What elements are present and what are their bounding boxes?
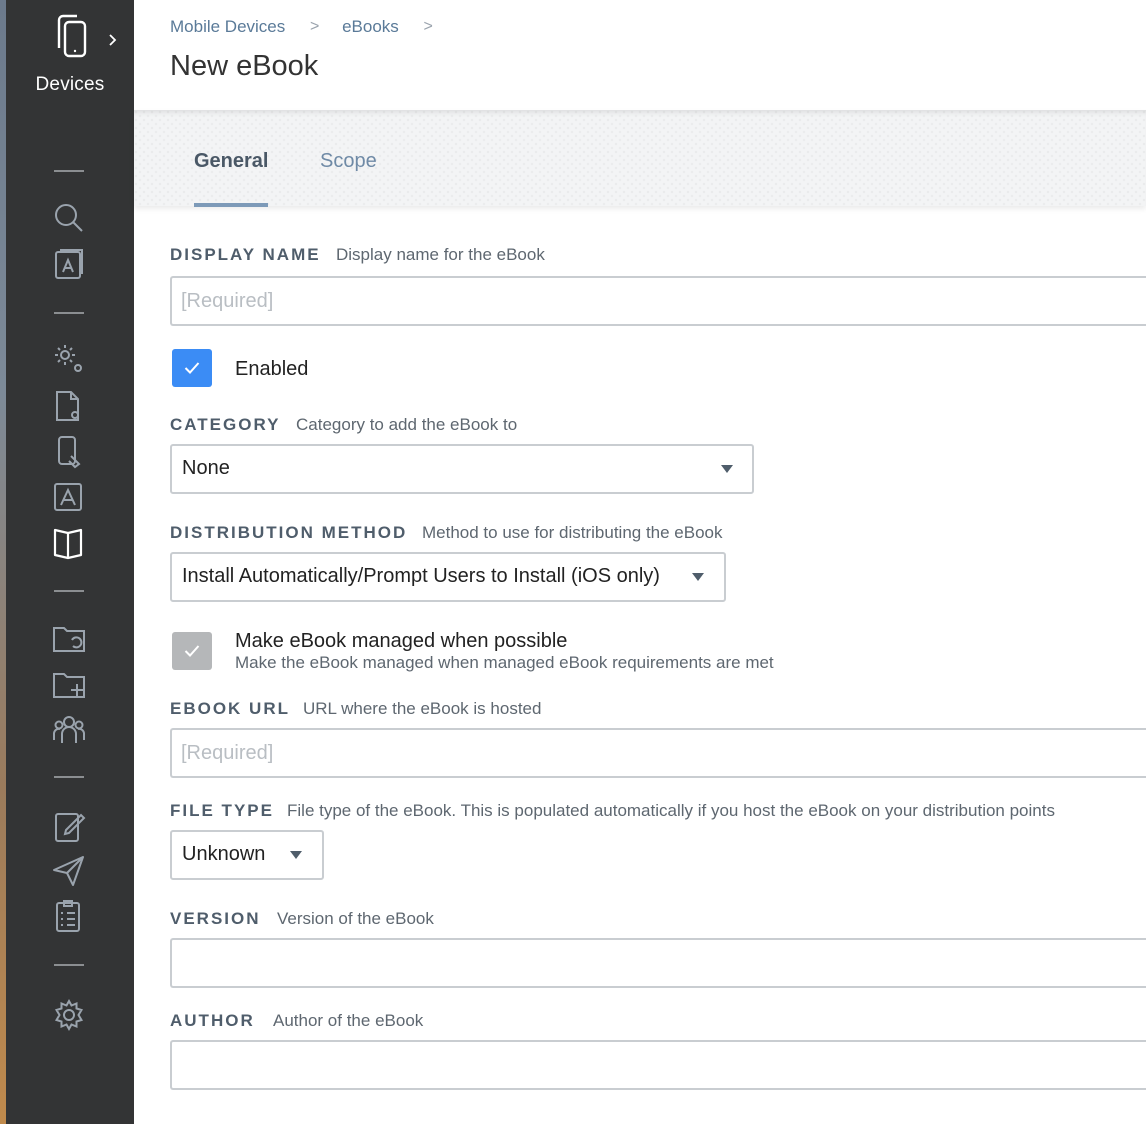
managed-label: Make eBook managed when possible — [235, 630, 568, 652]
category-label: CATEGORY — [170, 415, 281, 434]
managed-checkbox[interactable] — [172, 632, 212, 670]
author-input[interactable] — [170, 1040, 1146, 1090]
breadcrumb-mobile-devices[interactable]: Mobile Devices — [170, 17, 285, 37]
folder-add-icon[interactable] — [51, 666, 87, 702]
version-input[interactable] — [170, 938, 1146, 988]
display-name-label: DISPLAY NAME — [170, 245, 321, 264]
version-hint: Version of the eBook — [277, 909, 434, 928]
sidebar-divider — [54, 776, 84, 778]
folder-sync-icon[interactable] — [51, 620, 87, 656]
users-group-icon[interactable] — [51, 712, 87, 748]
sidebar-divider — [54, 170, 84, 172]
enabled-label: Enabled — [235, 358, 309, 380]
category-hint: Category to add the eBook to — [296, 415, 518, 434]
checkmark-icon — [184, 362, 200, 374]
app-store-icon[interactable] — [51, 479, 87, 515]
enabled-checkbox[interactable] — [172, 349, 212, 387]
devices-section-icon[interactable] — [51, 14, 91, 60]
checkmark-icon — [184, 645, 200, 657]
distribution-method-select[interactable]: Install Automatically/Prompt Users to In… — [170, 552, 726, 602]
settings-icon[interactable] — [51, 997, 87, 1033]
file-type-select[interactable]: Unknown — [170, 830, 324, 880]
breadcrumb-separator: > — [310, 17, 320, 35]
enrollment-edit-icon[interactable] — [51, 808, 87, 844]
author-hint: Author of the eBook — [273, 1011, 424, 1030]
ebook-url-hint: URL where the eBook is hosted — [303, 699, 542, 718]
inventory-clipboard-icon[interactable] — [51, 898, 87, 934]
breadcrumb-ebooks[interactable]: eBooks — [342, 17, 399, 37]
page-title: New eBook — [170, 50, 319, 82]
sidebar: Devices — [6, 0, 134, 1124]
send-icon[interactable] — [51, 853, 87, 889]
book-icon[interactable] — [51, 524, 87, 560]
ebook-form: DISPLAY NAME Display name for the eBook … — [170, 206, 1146, 1124]
config-profile-icon[interactable] — [51, 388, 87, 424]
file-type-select-value: Unknown — [182, 843, 266, 865]
page-header: Mobile Devices > eBooks > New eBook — [134, 0, 1146, 110]
version-label: VERSION — [170, 909, 261, 928]
distribution-method-label: DISTRIBUTION METHOD — [170, 523, 408, 542]
search-icon[interactable] — [51, 200, 87, 236]
app-catalog-icon[interactable] — [51, 246, 87, 282]
ebook-url-label: EBOOK URL — [170, 699, 290, 718]
distribution-method-select-value: Install Automatically/Prompt Users to In… — [182, 565, 660, 587]
ebook-url-input[interactable] — [170, 728, 1146, 778]
mobile-device-icon[interactable] — [51, 434, 87, 470]
caret-down-icon — [692, 573, 704, 581]
caret-down-icon — [721, 465, 733, 473]
sidebar-divider — [54, 964, 84, 966]
caret-down-icon — [290, 851, 302, 859]
file-type-hint: File type of the eBook. This is populate… — [287, 801, 1055, 820]
sidebar-divider — [54, 312, 84, 314]
managed-sublabel: Make the eBook managed when managed eBoo… — [235, 653, 774, 672]
breadcrumb-separator: > — [423, 17, 433, 35]
tab-bar: General Scope — [134, 110, 1146, 207]
author-label: AUTHOR — [170, 1011, 255, 1030]
sidebar-divider — [54, 590, 84, 592]
breadcrumb: Mobile Devices > eBooks > — [170, 16, 451, 37]
chevron-right-icon[interactable] — [107, 32, 119, 48]
display-name-input[interactable] — [170, 276, 1146, 326]
display-name-hint: Display name for the eBook — [336, 245, 545, 264]
category-select-value: None — [182, 457, 230, 479]
distribution-method-hint: Method to use for distributing the eBook — [422, 523, 723, 542]
file-type-label: FILE TYPE — [170, 801, 274, 820]
category-select[interactable]: None — [170, 444, 754, 494]
settings-gear-icon[interactable] — [51, 340, 87, 376]
sidebar-section-label: Devices — [35, 74, 105, 95]
tab-scope[interactable]: Scope — [320, 150, 377, 173]
tab-general[interactable]: General — [194, 150, 268, 173]
